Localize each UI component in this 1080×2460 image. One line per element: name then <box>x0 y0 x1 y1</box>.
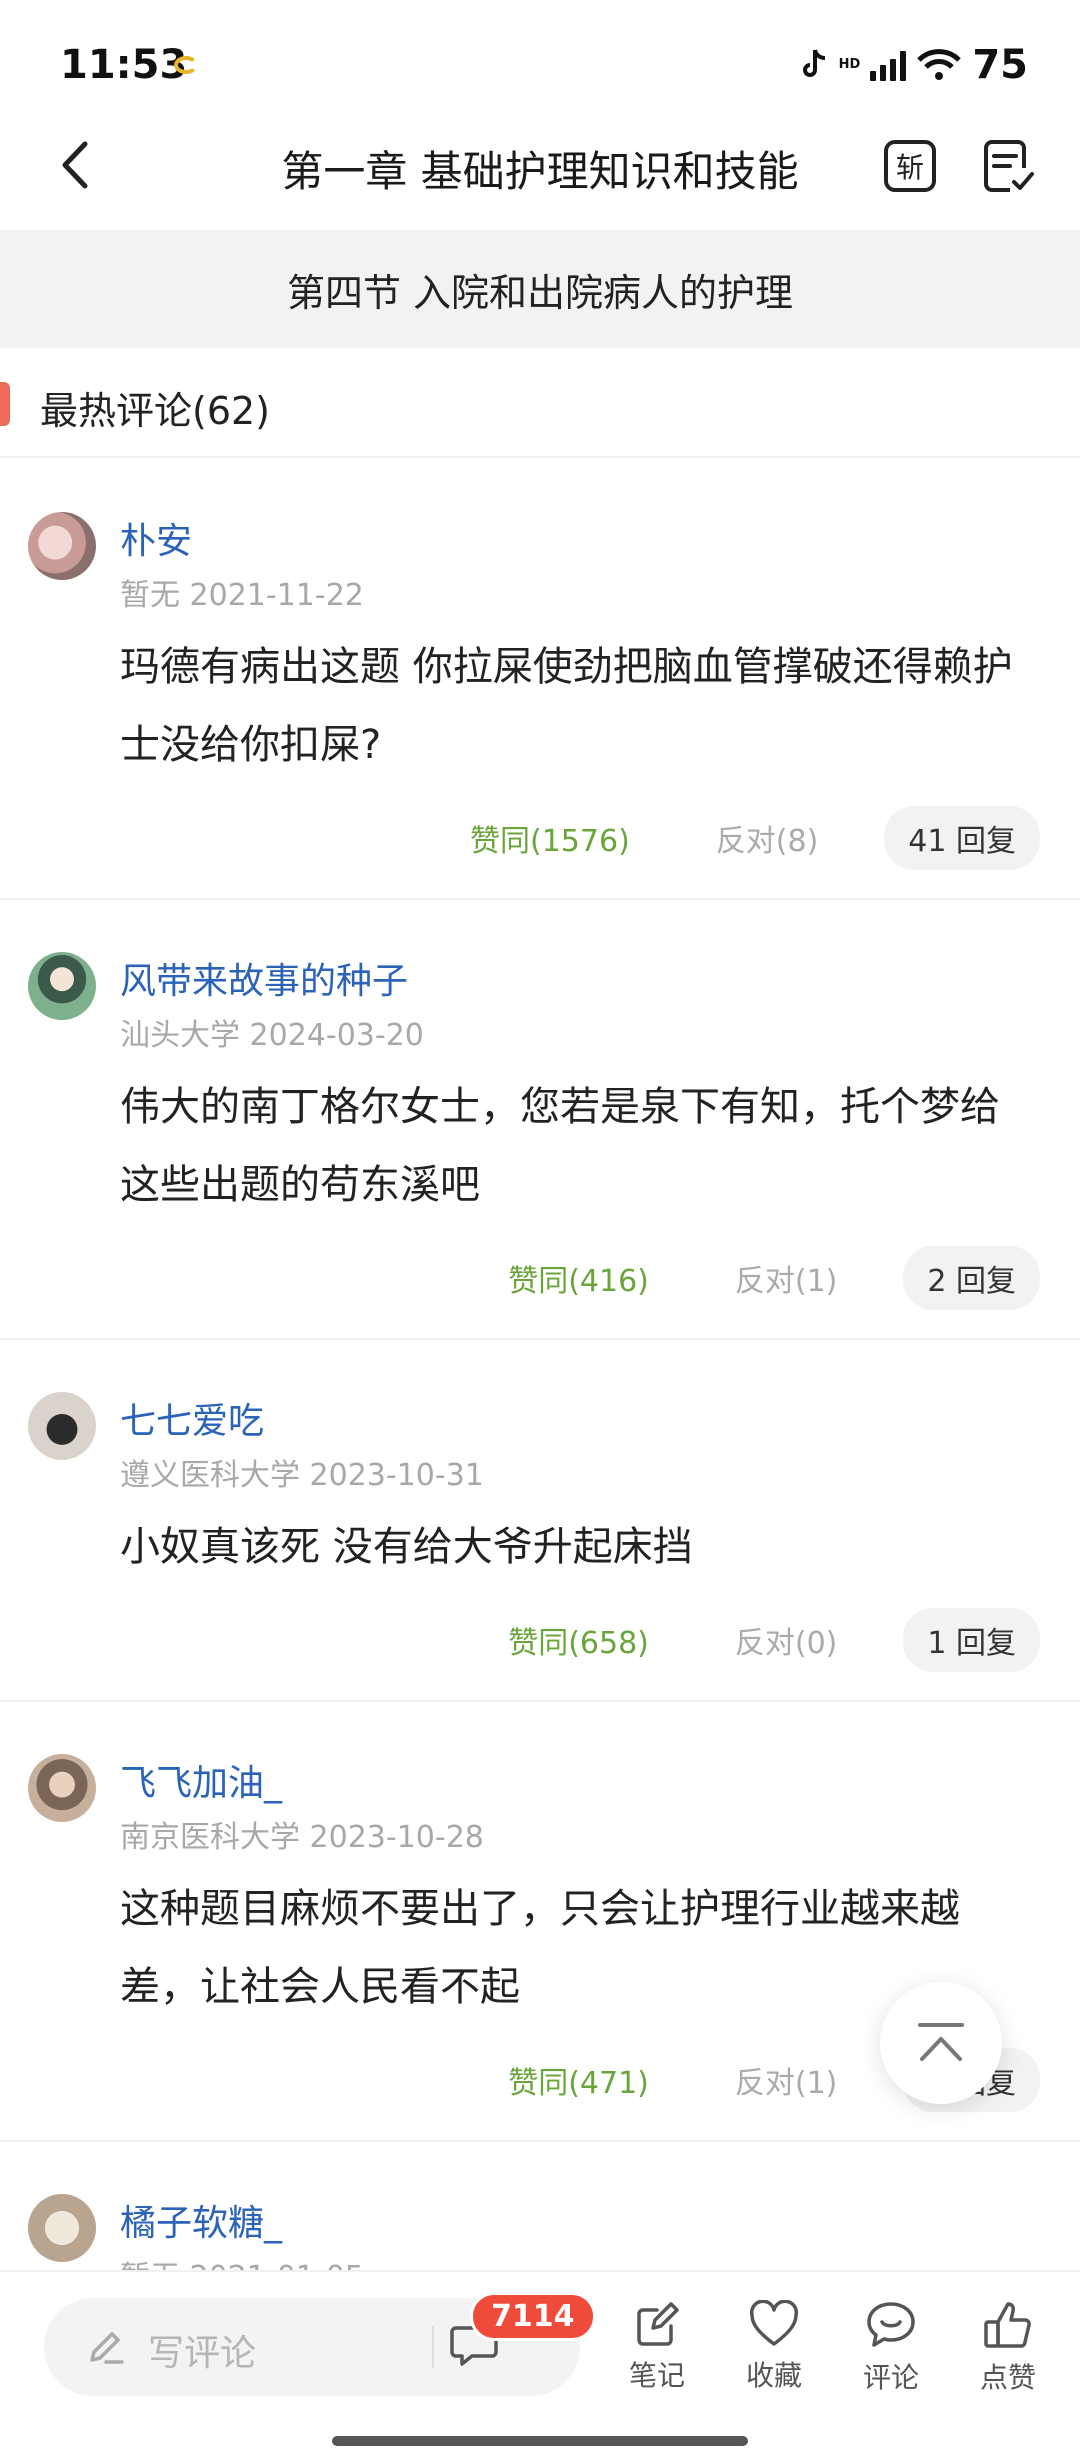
favorite-button[interactable]: 收藏 <box>719 2300 829 2394</box>
comment-text: 这种题目麻烦不要出了，只会让护理行业越来越差，让社会人民看不起 <box>120 1886 960 2010</box>
like-button[interactable]: 点赞 <box>953 2300 1063 2396</box>
agree-button[interactable]: 赞同(416) <box>508 1256 649 1300</box>
notes-button[interactable]: 笔记 <box>602 2300 712 2394</box>
note-edit-icon <box>637 2302 679 2346</box>
status-icons: HD 75 <box>802 42 1028 88</box>
thumbs-up-icon <box>984 2302 1031 2348</box>
comment-author[interactable]: 风带来故事的种子 <box>120 952 408 1004</box>
comment-author[interactable]: 橘子软糖_ <box>120 2194 282 2246</box>
comment-text: 小奴真该死 没有给大爷升起床挡 <box>120 1524 693 1570</box>
oppose-button[interactable]: 反对(1) <box>735 2058 838 2102</box>
comment-author[interactable]: 飞飞加油_ <box>120 1754 282 1806</box>
comment-meta: 暂无 2021-01-05 <box>120 2252 364 2270</box>
heart-icon <box>749 2300 799 2346</box>
comment-item: 风带来故事的种子 汕头大学 2024-03-20 伟大的南丁格尔女士，您若是泉下… <box>0 900 1080 1340</box>
reply-button[interactable]: 2 回复 <box>903 1246 1040 1310</box>
smile-chat-icon <box>867 2302 915 2347</box>
comment-meta: 南京医科大学 2023-10-28 <box>120 1820 484 1855</box>
comment-meta: 暂无 2021-11-22 <box>120 578 364 613</box>
back-to-top-icon <box>918 2023 964 2061</box>
notes-label: 笔记 <box>628 2359 685 2392</box>
comment-actions: 赞同(1576) 反对(8) 41 回复 <box>470 806 1040 870</box>
comment-item: 七七爱吃 遵义医科大学 2023-10-31 小奴真该死 没有给大爷升起床挡 赞… <box>0 1340 1080 1702</box>
home-indicator[interactable] <box>332 2436 748 2446</box>
status-time: 11:53 <box>60 42 188 88</box>
comment-meta: 汕头大学 2024-03-20 <box>120 1018 424 1053</box>
network-type: HD <box>838 57 861 72</box>
comment-meta: 遵义医科大学 2023-10-31 <box>120 1458 484 1493</box>
tiktok-icon <box>802 49 825 77</box>
wifi-icon <box>917 49 962 80</box>
top-nav: 第一章 基础护理知识和技能 斩 <box>0 100 1080 230</box>
comment-item: 朴安 暂无 2021-11-22 玛德有病出这题 你拉屎使劲把脑血管撑破还得赖护… <box>0 460 1080 900</box>
section-title: 第四节 入院和出院病人的护理 <box>0 230 1080 348</box>
comment-text: 伟大的南丁格尔女士，您若是泉下有知，托个梦给这些出题的苟东溪吧 <box>120 1084 1000 1208</box>
agree-button[interactable]: 赞同(658) <box>508 1618 649 1662</box>
answer-sheet-icon <box>984 140 1034 192</box>
comment-text: 玛德有病出这题 你拉屎使劲把脑血管撑破还得赖护士没给你扣屎? <box>120 644 1013 768</box>
favorite-label: 收藏 <box>745 2359 802 2392</box>
comment-actions: 赞同(416) 反对(1) 2 回复 <box>508 1246 1040 1310</box>
oppose-button[interactable]: 反对(1) <box>735 1256 838 1300</box>
bottom-action-bar: 写评论 7114 笔记 收藏 评论 点赞 <box>0 2270 1080 2460</box>
pen-icon <box>90 2332 124 2364</box>
agree-button[interactable]: 赞同(471) <box>508 2058 649 2102</box>
comment-author[interactable]: 七七爱吃 <box>120 1392 264 1444</box>
comment-count-badge: 7114 <box>470 2292 596 2341</box>
hot-comments-label: 最热评论(62) <box>40 389 271 433</box>
comment-author[interactable]: 朴安 <box>120 512 192 564</box>
comment-tab-label: 评论 <box>862 2361 919 2394</box>
svg-text:斩: 斩 <box>896 151 924 184</box>
hot-comments-header: 最热评论(62) <box>0 348 1080 458</box>
comment-tab-button[interactable]: 评论 <box>836 2300 946 2396</box>
avatar[interactable] <box>28 952 96 1020</box>
simplify-icon: 斩 <box>884 140 936 192</box>
notification-app-icon <box>174 56 198 74</box>
reply-button[interactable]: 1 回复 <box>903 1608 1040 1672</box>
signal-icon <box>870 49 907 81</box>
oppose-button[interactable]: 反对(8) <box>716 816 819 860</box>
answer-sheet-button[interactable] <box>980 138 1036 194</box>
like-label: 点赞 <box>979 2361 1036 2394</box>
comment-actions: 赞同(658) 反对(0) 1 回复 <box>508 1608 1040 1672</box>
avatar[interactable] <box>28 1392 96 1460</box>
back-to-top-button[interactable] <box>880 1982 1002 2104</box>
reply-button[interactable]: 41 回复 <box>884 806 1040 870</box>
agree-button[interactable]: 赞同(1576) <box>470 816 630 860</box>
battery-level: 75 <box>972 42 1028 88</box>
write-comment-placeholder: 写评论 <box>148 2333 257 2374</box>
avatar[interactable] <box>28 512 96 580</box>
comment-item: 橘子软糖_ 暂无 2021-01-05 <box>0 2142 1080 2270</box>
simplify-button[interactable]: 斩 <box>882 138 938 194</box>
accent-bar <box>0 382 10 426</box>
avatar[interactable] <box>28 2194 96 2262</box>
avatar[interactable] <box>28 1754 96 1822</box>
oppose-button[interactable]: 反对(0) <box>735 1618 838 1662</box>
